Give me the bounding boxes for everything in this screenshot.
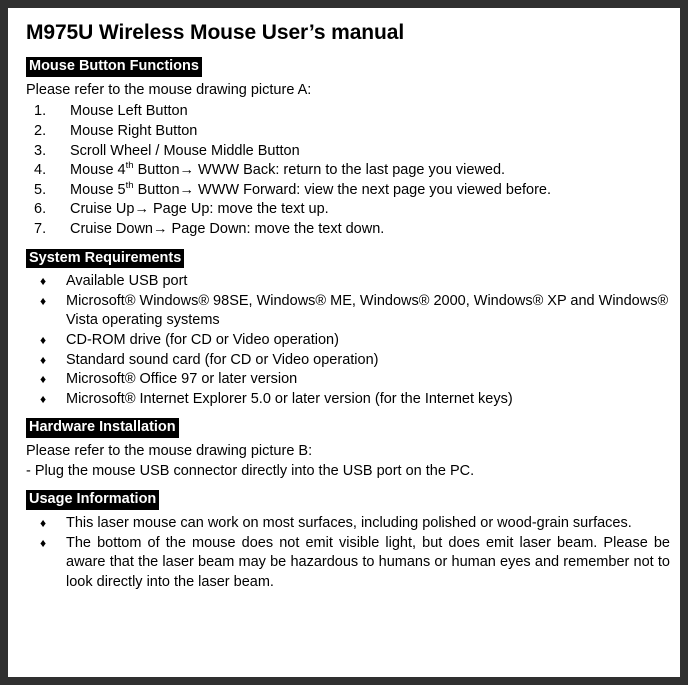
diamond-bullet-icon: ♦ [40,515,47,530]
list-item-suffix: Button [133,181,180,198]
list-item-prefix: Cruise Down [70,221,153,238]
diamond-bullet-icon: ♦ [40,352,47,367]
section-heading-system-requirements-wrap: System Requirements [26,248,670,269]
document-page: M975U Wireless Mouse User’s manual Mouse… [8,8,680,677]
list-item-number: 7. [34,221,47,238]
diamond-bullet-icon: ♦ [40,372,47,387]
mouse-button-functions-list: 1. Mouse Left Button 2. Mouse Right Butt… [26,102,670,239]
list-item: 7. Cruise Down→ Page Down: move the text… [26,220,670,240]
list-item-rest: Page Up: move the text up. [148,201,329,218]
hardware-installation-note: - Plug the mouse USB connector directly … [26,462,475,479]
list-item: ♦ This laser mouse can work on most surf… [26,514,670,534]
list-item: ♦ Available USB port [26,272,670,292]
section-heading-usage-information-wrap: Usage Information [26,490,670,510]
list-item-number: 5. [34,181,47,198]
page-title: M975U Wireless Mouse User’s manual [26,21,405,44]
list-item-number: 4. [34,162,47,179]
list-item-rest: WWW Back: return to the last page you vi… [194,162,506,179]
list-item-label: CD-ROM drive (for CD or Video operation) [66,332,339,349]
diamond-bullet-icon: ♦ [40,391,47,406]
mouse-button-functions-intro: Please refer to the mouse drawing pictur… [26,81,312,98]
list-item-label: The bottom of the mouse does not emit vi… [66,534,670,590]
list-item: ♦ The bottom of the mouse does not emit … [26,534,670,593]
list-item-label: This laser mouse can work on most surfac… [66,514,632,531]
list-item: 5. Mouse 5th Button→ WWW Forward: view t… [26,181,670,201]
list-item: 2. Mouse Right Button [26,122,670,142]
list-item-label: Microsoft® Windows® 98SE, Windows® ME, W… [66,292,669,329]
list-item-prefix: Mouse 5 [70,181,126,198]
list-item: ♦ Standard sound card (for CD or Video o… [26,351,670,371]
list-item-superscript: th [125,160,134,172]
list-item-suffix: Button [133,162,180,179]
diamond-bullet-icon: ♦ [40,333,47,348]
list-item-number: 2. [34,123,47,140]
document-content: M975U Wireless Mouse User’s manual Mouse… [8,8,680,592]
section-heading-hardware-installation-wrap: Hardware Installation [26,418,670,439]
list-item-label: Scroll Wheel / Mouse Middle Button [70,142,300,159]
list-item-label: Microsoft® Office 97 or later version [66,371,298,388]
list-item-prefix: Mouse 4 [70,162,126,179]
list-item: ♦ Microsoft® Windows® 98SE, Windows® ME,… [26,292,670,331]
arrow-icon: → [153,221,168,238]
section-heading-mouse-button-functions: Mouse Button Functions [26,57,202,77]
diamond-bullet-icon: ♦ [40,293,47,308]
section-heading-usage-information: Usage Information [26,490,160,510]
list-item: 3. Scroll Wheel / Mouse Middle Button [26,142,670,162]
arrow-icon: → [179,162,195,179]
list-item-number: 6. [34,201,47,218]
system-requirements-list: ♦ Available USB port ♦ Microsoft® Window… [26,272,670,409]
section-heading-hardware-installation: Hardware Installation [26,418,179,439]
arrow-icon: → [179,181,195,198]
list-item: 4. Mouse 4th Button→ WWW Back: return to… [26,161,670,181]
list-item-superscript: th [125,180,134,191]
list-item-number: 1. [34,103,47,120]
hardware-installation-intro: Please refer to the mouse drawing pictur… [26,443,313,460]
list-item: ♦ CD-ROM drive (for CD or Video operatio… [26,331,670,351]
list-item-number: 3. [34,142,47,159]
list-item-label: Available USB port [66,273,188,290]
list-item-rest: Page Down: move the text down. [167,221,385,238]
usage-information-list: ♦ This laser mouse can work on most surf… [26,514,670,592]
list-item-prefix: Cruise Up [70,201,135,218]
list-item: 6. Cruise Up→ Page Up: move the text up. [26,200,670,220]
list-item-rest: WWW Forward: view the next page you view… [194,181,552,198]
section-heading-mouse-button-functions-wrap: Mouse Button Functions [26,57,670,77]
diamond-bullet-icon: ♦ [40,274,47,289]
list-item-label: Standard sound card (for CD or Video ope… [66,351,379,368]
list-item-label: Microsoft® Internet Explorer 5.0 or late… [66,390,513,407]
section-heading-system-requirements: System Requirements [26,248,185,269]
list-item-label: Mouse Left Button [70,103,188,120]
list-item: ♦ Microsoft® Internet Explorer 5.0 or la… [26,390,670,410]
list-item: 1. Mouse Left Button [26,102,670,122]
arrow-icon: → [134,201,149,218]
list-item: ♦ Microsoft® Office 97 or later version [26,370,670,390]
list-item-label: Mouse Right Button [70,123,198,140]
diamond-bullet-icon: ♦ [40,535,47,550]
